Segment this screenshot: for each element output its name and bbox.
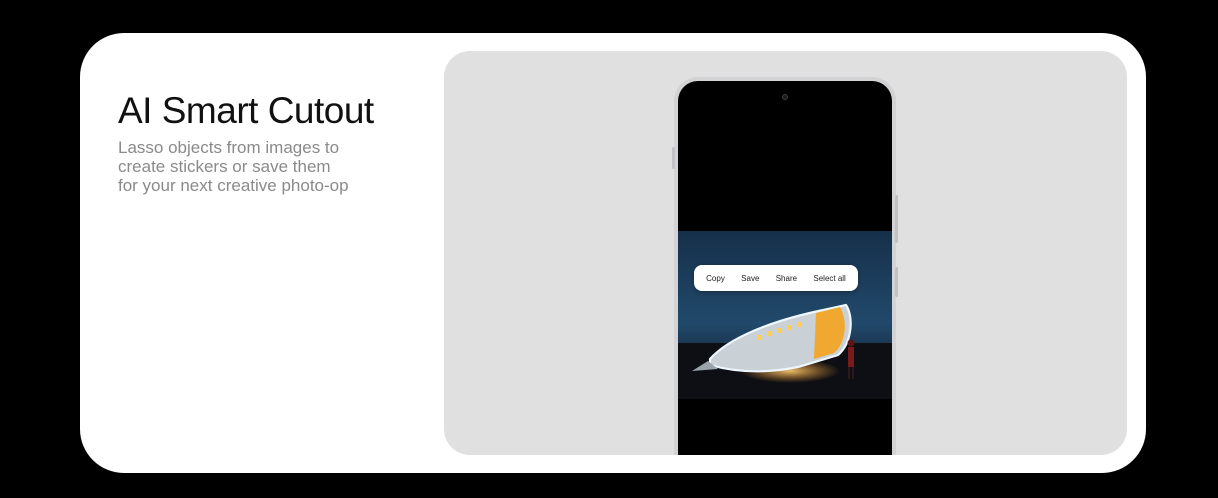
photo-with-cutout[interactable]: Copy Save Share Select all: [678, 231, 892, 399]
feature-text: AI Smart Cutout Lasso objects from image…: [118, 89, 458, 195]
phone-mockup: Copy Save Share Select all: [672, 77, 898, 455]
front-camera-icon: [782, 94, 788, 100]
feature-description-line: for your next creative photo-op: [118, 176, 349, 195]
save-button[interactable]: Save: [741, 274, 759, 283]
select-all-button[interactable]: Select all: [813, 274, 845, 283]
night-airplane-photo: [678, 231, 892, 399]
device-showcase: Copy Save Share Select all: [444, 51, 1127, 455]
cutout-context-menu: Copy Save Share Select all: [694, 265, 858, 291]
feature-title: AI Smart Cutout: [118, 90, 374, 131]
phone-screen: Copy Save Share Select all: [678, 81, 892, 455]
phone-volume-button: [895, 195, 898, 243]
copy-button[interactable]: Copy: [706, 274, 725, 283]
person-figure: [848, 347, 854, 367]
feature-card: AI Smart Cutout Lasso objects from image…: [80, 33, 1146, 473]
share-button[interactable]: Share: [776, 274, 797, 283]
feature-description: Lasso objects from images to create stic…: [118, 138, 458, 195]
feature-description-line: Lasso objects from images to: [118, 138, 340, 157]
feature-description-line: create stickers or save them: [118, 157, 331, 176]
phone-side-button: [672, 147, 675, 169]
phone-power-button: [895, 267, 898, 297]
